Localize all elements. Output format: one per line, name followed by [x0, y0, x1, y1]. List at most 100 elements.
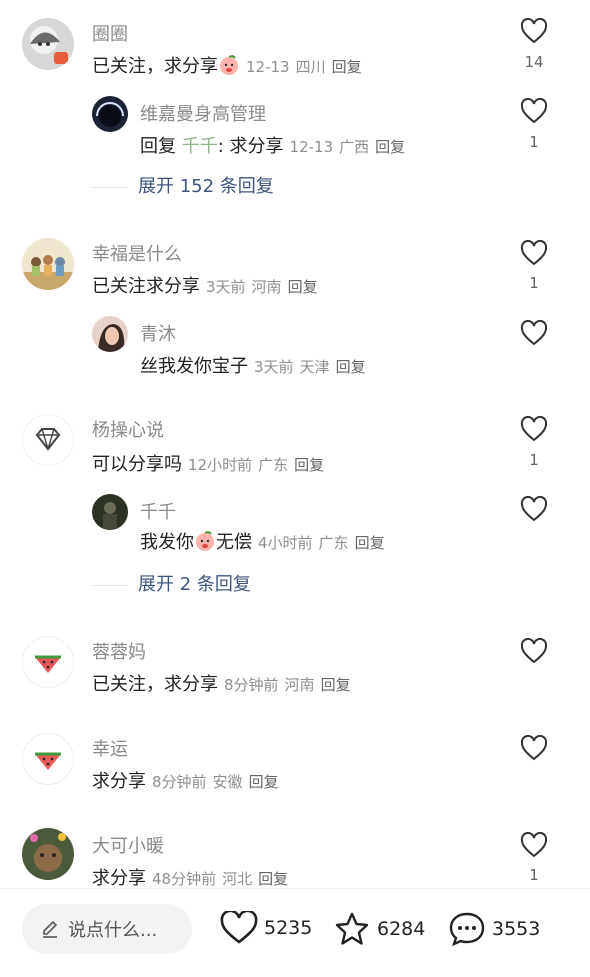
avatar[interactable]	[22, 238, 74, 290]
reply-button[interactable]: 回复	[258, 870, 288, 888]
reply-item: 青沐 丝我发你宝子 3天前 天津 回复	[0, 310, 590, 386]
heart-icon[interactable]	[520, 832, 548, 858]
reply-item: 维嘉曼身高管理 回复 千千: 求分享 12-13 广西 回复 1	[0, 90, 590, 160]
heart-icon[interactable]	[520, 416, 548, 442]
comment-time: 8分钟前	[224, 676, 279, 694]
mention-link[interactable]: 千千	[182, 136, 218, 157]
like-action[interactable]: 5235	[220, 911, 312, 945]
like-count: 1	[529, 866, 539, 884]
comment-time: 3天前	[254, 358, 294, 376]
comment-username[interactable]: 千千	[140, 498, 176, 524]
comment-username[interactable]: 维嘉曼身高管理	[140, 100, 266, 126]
divider-line	[92, 186, 128, 188]
like-count: 5235	[264, 917, 313, 939]
heart-icon[interactable]	[520, 496, 548, 522]
reply-button[interactable]: 回复	[249, 773, 279, 791]
comment-time: 4小时前	[258, 534, 313, 552]
comment-text: 已关注，求分享 12-13 四川 回复	[92, 55, 362, 77]
comment-time: 3天前	[206, 278, 246, 296]
comment-time: 12-13	[246, 58, 290, 76]
comment-item: 幸福是什么 已关注求分享 3天前 河南 回复 1	[0, 230, 590, 310]
comment-count: 3553	[492, 918, 541, 940]
comment-time: 12-13	[289, 138, 334, 156]
comment-location: 安徽	[212, 773, 243, 791]
watermelon-icon	[35, 655, 61, 673]
comment-location: 河南	[251, 278, 282, 296]
heart-icon[interactable]	[520, 18, 548, 44]
heart-icon[interactable]	[520, 98, 548, 124]
like-count: 1	[529, 274, 539, 292]
like-count: 1	[529, 133, 539, 151]
reply-item: 千千 我发你 无偿 4小时前 广东 回复	[0, 488, 590, 558]
comment-location: 天津	[299, 358, 330, 376]
comment-text: 可以分享吗 12小时前 广东 回复	[92, 454, 325, 475]
bottom-action-bar: 说点什么... 5235 6284 3553	[0, 888, 590, 977]
heart-icon[interactable]	[520, 320, 548, 346]
avatar[interactable]	[22, 828, 74, 880]
reply-button[interactable]: 回复	[336, 358, 366, 376]
comment-username[interactable]: 大可小暖	[92, 832, 164, 858]
favorite-action[interactable]: 6284	[333, 911, 425, 947]
comment-username[interactable]: 杨操心说	[92, 416, 164, 442]
comment-text: 丝我发你宝子 3天前 天津 回复	[140, 356, 366, 377]
avatar[interactable]	[22, 733, 74, 785]
watermelon-icon	[35, 752, 61, 770]
comment-text: 回复 千千: 求分享 12-13 广西 回复	[140, 136, 406, 157]
expand-replies-button[interactable]: 展开 152 条回复	[92, 172, 274, 198]
peach-emoji-icon	[220, 55, 238, 75]
comment-username[interactable]: 幸运	[92, 735, 128, 761]
heart-icon[interactable]	[520, 735, 548, 761]
comment-username[interactable]: 蓉蓉妈	[92, 638, 146, 664]
comment-item: 幸运 求分享 8分钟前 安徽 回复	[0, 727, 590, 817]
reply-button[interactable]: 回复	[332, 58, 362, 76]
comment-item: 蓉蓉妈 已关注，求分享 8分钟前 河南 回复	[0, 630, 590, 720]
comment-text: 求分享 8分钟前 安徽 回复	[92, 771, 279, 792]
divider-line	[92, 584, 128, 586]
comment-location: 四川	[295, 58, 326, 76]
comment-item: 大可小暖 求分享 48分钟前 河北 回复 1	[0, 824, 590, 889]
avatar[interactable]	[92, 494, 128, 530]
comment-bubble-icon[interactable]	[448, 911, 486, 947]
comment-item: 圈圈 已关注，求分享 12-13 四川 回复 14	[0, 0, 590, 90]
comment-text: 已关注求分享 3天前 河南 回复	[92, 276, 318, 297]
avatar[interactable]	[92, 316, 128, 352]
comment-location: 广东	[318, 534, 349, 552]
like-count: 14	[524, 53, 544, 71]
comment-text: 已关注，求分享 8分钟前 河南 回复	[92, 674, 351, 695]
comment-time: 48分钟前	[152, 870, 217, 888]
like-count: 1	[529, 451, 539, 469]
comment-location: 河北	[222, 870, 253, 888]
reply-button[interactable]: 回复	[355, 534, 385, 552]
comment-item: 杨操心说 可以分享吗 12小时前 广东 回复 1	[0, 408, 590, 488]
comment-username[interactable]: 幸福是什么	[92, 240, 182, 266]
comment-action[interactable]: 3553	[448, 911, 540, 947]
comment-location: 广西	[339, 138, 370, 156]
peach-emoji-icon	[196, 531, 214, 551]
heart-icon[interactable]	[520, 240, 548, 266]
heart-icon[interactable]	[220, 911, 258, 945]
comment-username[interactable]: 青沐	[140, 320, 176, 346]
avatar[interactable]	[22, 414, 74, 466]
comment-text: 我发你 无偿 4小时前 广东 回复	[140, 531, 385, 553]
diamond-icon	[35, 428, 61, 452]
comment-text: 求分享 48分钟前 河北 回复	[92, 868, 289, 889]
comment-input[interactable]: 说点什么...	[22, 904, 192, 954]
favorite-count: 6284	[377, 918, 426, 940]
comment-time: 12小时前	[188, 456, 253, 474]
comment-location: 河南	[284, 676, 315, 694]
reply-button[interactable]: 回复	[375, 138, 405, 156]
comment-location: 广东	[258, 456, 289, 474]
comment-username[interactable]: 圈圈	[92, 20, 128, 46]
comment-time: 8分钟前	[152, 773, 207, 791]
star-icon[interactable]	[333, 911, 371, 947]
comment-input-placeholder: 说点什么...	[68, 920, 158, 941]
heart-icon[interactable]	[520, 638, 548, 664]
avatar[interactable]	[22, 636, 74, 688]
avatar[interactable]	[22, 18, 74, 70]
reply-button[interactable]: 回复	[288, 278, 318, 296]
pencil-icon	[43, 920, 58, 938]
reply-button[interactable]: 回复	[294, 456, 324, 474]
reply-button[interactable]: 回复	[321, 676, 351, 694]
expand-replies-button[interactable]: 展开 2 条回复	[92, 570, 251, 596]
avatar[interactable]	[92, 96, 128, 132]
